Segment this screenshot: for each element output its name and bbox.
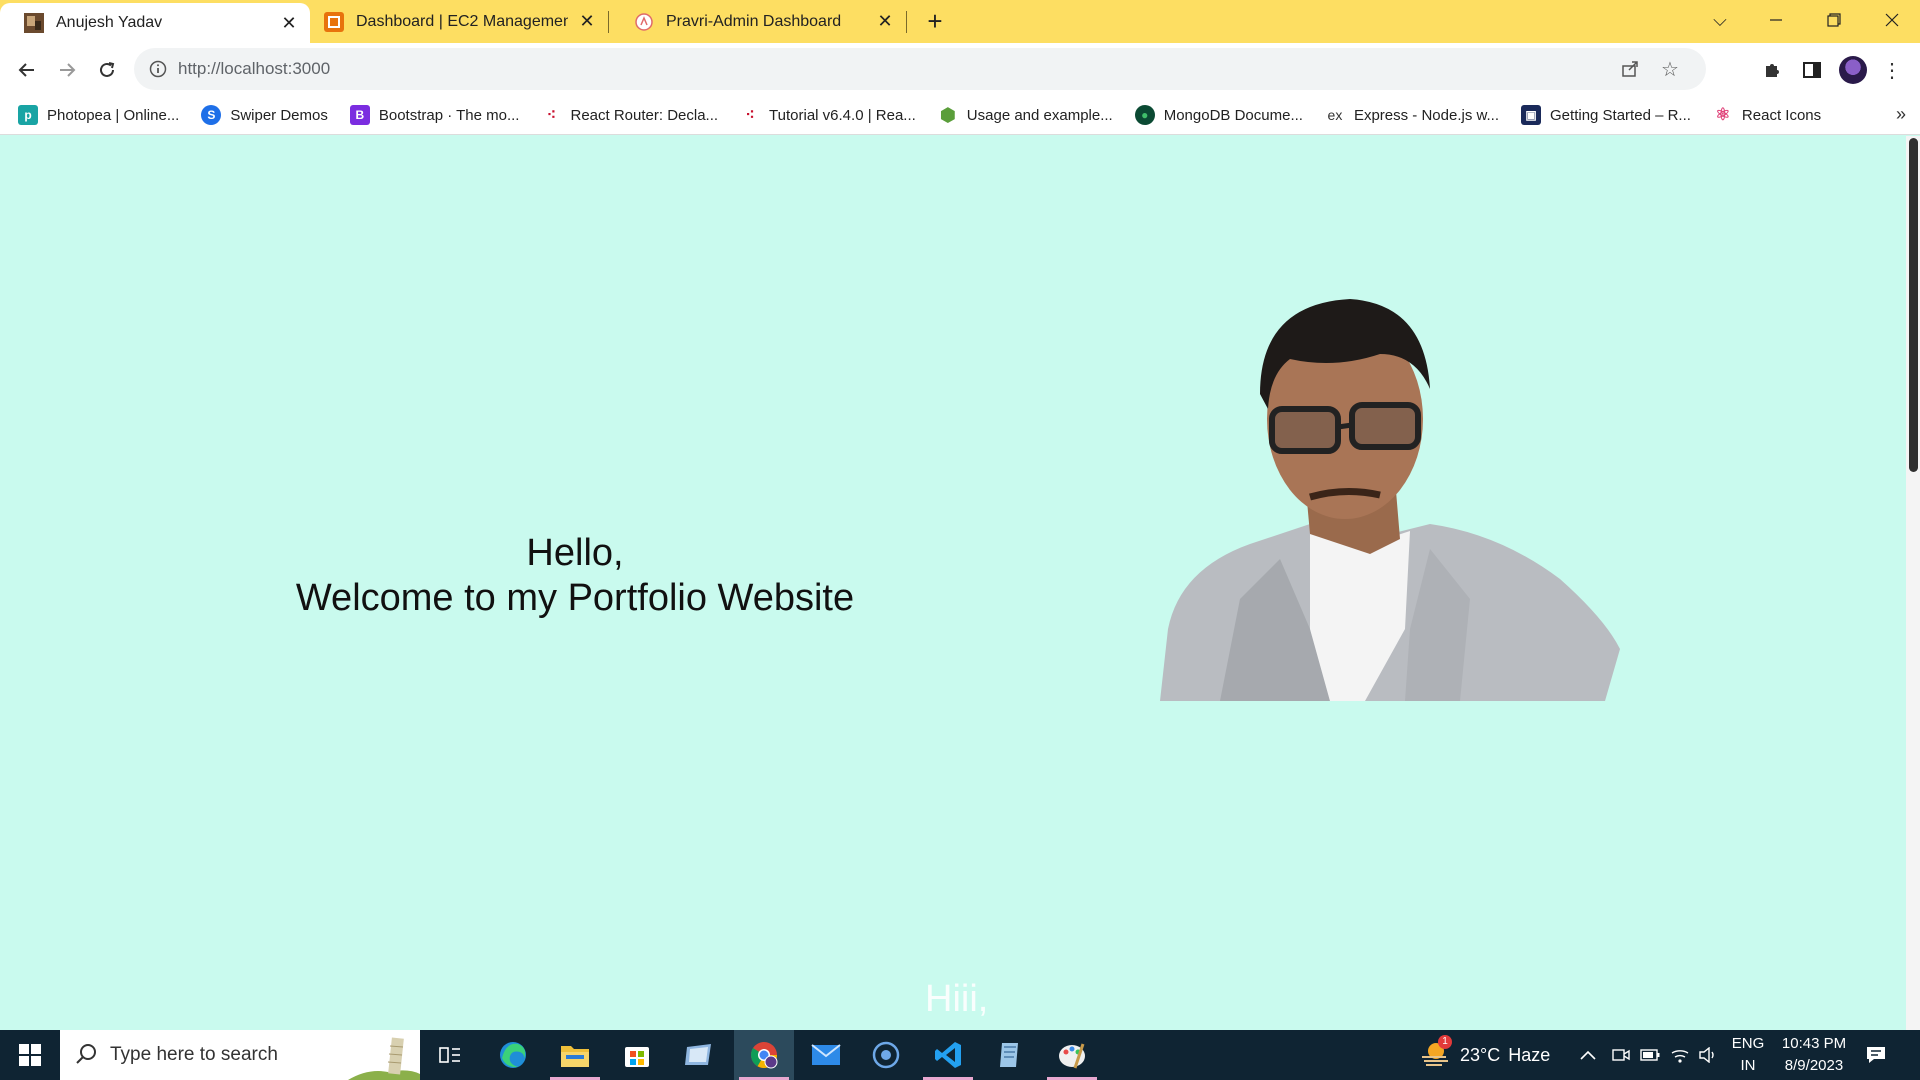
bookmark-usage[interactable]: ⬢ Usage and example...	[938, 105, 1113, 125]
tab-ec2-dashboard[interactable]: Dashboard | EC2 Management Co ✕	[310, 0, 608, 43]
close-icon[interactable]: ✕	[576, 11, 598, 33]
page-scrollbar[interactable]	[1906, 136, 1920, 1030]
bookmark-getting-started[interactable]: ▣ Getting Started – R...	[1521, 105, 1691, 125]
profile-avatar[interactable]	[1839, 56, 1867, 84]
bookmark-bootstrap[interactable]: B Bootstrap · The mo...	[349, 105, 519, 125]
swiper-icon: S	[201, 105, 222, 125]
address-bar[interactable]: http://localhost:3000 ☆	[134, 48, 1706, 90]
paint-app-icon[interactable]	[1042, 1030, 1102, 1080]
file-explorer-icon[interactable]	[545, 1030, 605, 1080]
profile-photo	[1160, 299, 1620, 701]
weather-condition: Haze	[1508, 1044, 1551, 1065]
extensions-puzzle-icon[interactable]	[1758, 56, 1786, 84]
weather-temperature: 23°C	[1460, 1044, 1501, 1065]
bookmark-mongodb[interactable]: ● MongoDB Docume...	[1134, 105, 1303, 125]
battery-icon[interactable]	[1640, 1030, 1660, 1080]
microsoft-store-icon[interactable]	[607, 1030, 667, 1080]
bookmark-tutorial[interactable]: ⁖ Tutorial v6.4.0 | Rea...	[740, 105, 915, 125]
book-reader-app-icon[interactable]	[669, 1030, 729, 1080]
mail-icon[interactable]	[796, 1030, 856, 1080]
url-text[interactable]: http://localhost:3000	[178, 59, 330, 79]
forward-button[interactable]	[51, 54, 83, 86]
restore-button[interactable]	[1806, 0, 1862, 40]
portfolio-favicon-icon	[24, 13, 44, 33]
bootstrap-icon: B	[349, 105, 370, 125]
footer-greeting: Hiii,	[925, 978, 989, 1020]
hero-greeting: Hello,	[526, 532, 624, 574]
weather-haze-icon: 1	[1420, 1034, 1452, 1072]
windows-logo-icon	[19, 1044, 41, 1066]
close-window-button[interactable]	[1864, 0, 1920, 40]
tab-title: Dashboard | EC2 Management Co	[356, 12, 568, 30]
task-view-icon[interactable]	[420, 1030, 480, 1080]
clock-time: 10:43 PM	[1781, 1035, 1847, 1052]
show-hidden-icons-chevron-up-icon[interactable]	[1580, 1030, 1596, 1080]
vscode-icon[interactable]	[918, 1030, 978, 1080]
taskbar-search-box[interactable]: Type here to search	[60, 1030, 420, 1080]
share-icon[interactable]	[1618, 57, 1642, 81]
meet-camera-icon[interactable]	[1612, 1030, 1630, 1080]
close-icon[interactable]: ✕	[278, 12, 300, 34]
aws-favicon-icon	[324, 11, 344, 32]
new-tab-button[interactable]: +	[920, 6, 950, 36]
notifications-icon[interactable]	[1866, 1030, 1896, 1080]
react-router-icon: ⁖	[745, 107, 755, 124]
reload-button[interactable]	[91, 54, 123, 86]
bookmark-photopea[interactable]: p Photopea | Online...	[18, 105, 179, 125]
edge-browser-icon[interactable]	[483, 1030, 543, 1080]
portfolio-page: Hello, Welcome to my Portfolio Website H…	[0, 136, 1920, 1030]
search-icon	[76, 1044, 96, 1064]
notes-app-icon[interactable]	[980, 1030, 1040, 1080]
site-info-icon[interactable]	[148, 59, 168, 79]
input-language[interactable]: ENG IN	[1728, 1033, 1768, 1077]
bookmark-react-router[interactable]: ⁖ React Router: Decla...	[541, 105, 718, 125]
photopea-icon: p	[18, 105, 38, 125]
weather-badge: 1	[1438, 1034, 1452, 1049]
bookmark-star-icon[interactable]: ☆	[1658, 57, 1682, 81]
start-button[interactable]	[0, 1030, 60, 1080]
leaning-tower-illustration-icon	[348, 1037, 420, 1080]
hero-welcome: Welcome to my Portfolio Website	[295, 577, 855, 619]
clock-date: 8/9/2023	[1784, 1057, 1844, 1074]
volume-icon[interactable]	[1698, 1030, 1718, 1080]
bookmark-react-icons[interactable]: ⚛ React Icons	[1713, 105, 1821, 125]
browser-toolbar: http://localhost:3000 ☆ ⋮	[0, 43, 1920, 96]
chrome-browser-icon[interactable]	[734, 1030, 794, 1080]
bookmark-swiper[interactable]: S Swiper Demos	[201, 105, 328, 125]
node-icon: ⬢	[939, 104, 956, 125]
tab-title: Anujesh Yadav	[56, 14, 163, 31]
wifi-icon[interactable]	[1670, 1030, 1690, 1080]
tab-search-chevron-down-icon[interactable]: ⌵	[1692, 0, 1748, 40]
media-app-icon[interactable]	[856, 1030, 916, 1080]
side-panel-icon[interactable]	[1798, 56, 1826, 84]
express-icon: ex	[1327, 107, 1343, 123]
react-icon: ⚛	[1715, 105, 1731, 124]
windows-taskbar: Type here to search 1 23°C Haze ENG IN 1…	[0, 1030, 1920, 1080]
hero-heading: Hello, Welcome to my Portfolio Website	[250, 531, 900, 621]
bookmarks-bar: p Photopea | Online... S Swiper Demos B Boo…	[0, 96, 1920, 135]
react-router-icon: ⁖	[546, 107, 557, 124]
close-icon[interactable]: ✕	[874, 11, 896, 33]
mongodb-icon: ●	[1134, 105, 1155, 125]
back-button[interactable]	[11, 54, 43, 86]
scrollbar-thumb[interactable]	[1909, 138, 1918, 472]
tab-pravri-admin[interactable]: Pravri-Admin Dashboard ✕	[610, 0, 906, 43]
minimize-button[interactable]	[1748, 0, 1804, 40]
pravri-favicon-icon	[635, 12, 653, 31]
more-bookmarks-chevron-icon[interactable]: »	[1896, 104, 1906, 125]
tab-separator	[906, 11, 907, 33]
tab-anujesh-yadav[interactable]: Anujesh Yadav ✕	[0, 3, 310, 43]
weather-widget[interactable]: 1 23°C Haze	[1420, 1030, 1550, 1080]
bookmark-express[interactable]: ex Express - Node.js w...	[1325, 105, 1499, 125]
tab-title: Pravri-Admin Dashboard	[666, 12, 842, 30]
clock[interactable]: 10:43 PM 8/9/2023	[1774, 1033, 1854, 1077]
browser-menu-icon[interactable]: ⋮	[1878, 56, 1906, 84]
redux-icon: ▣	[1521, 105, 1542, 125]
search-placeholder: Type here to search	[110, 1044, 278, 1065]
tab-separator	[608, 11, 609, 33]
tab-strip: Anujesh Yadav ✕ Dashboard | EC2 Manageme…	[0, 0, 1920, 43]
